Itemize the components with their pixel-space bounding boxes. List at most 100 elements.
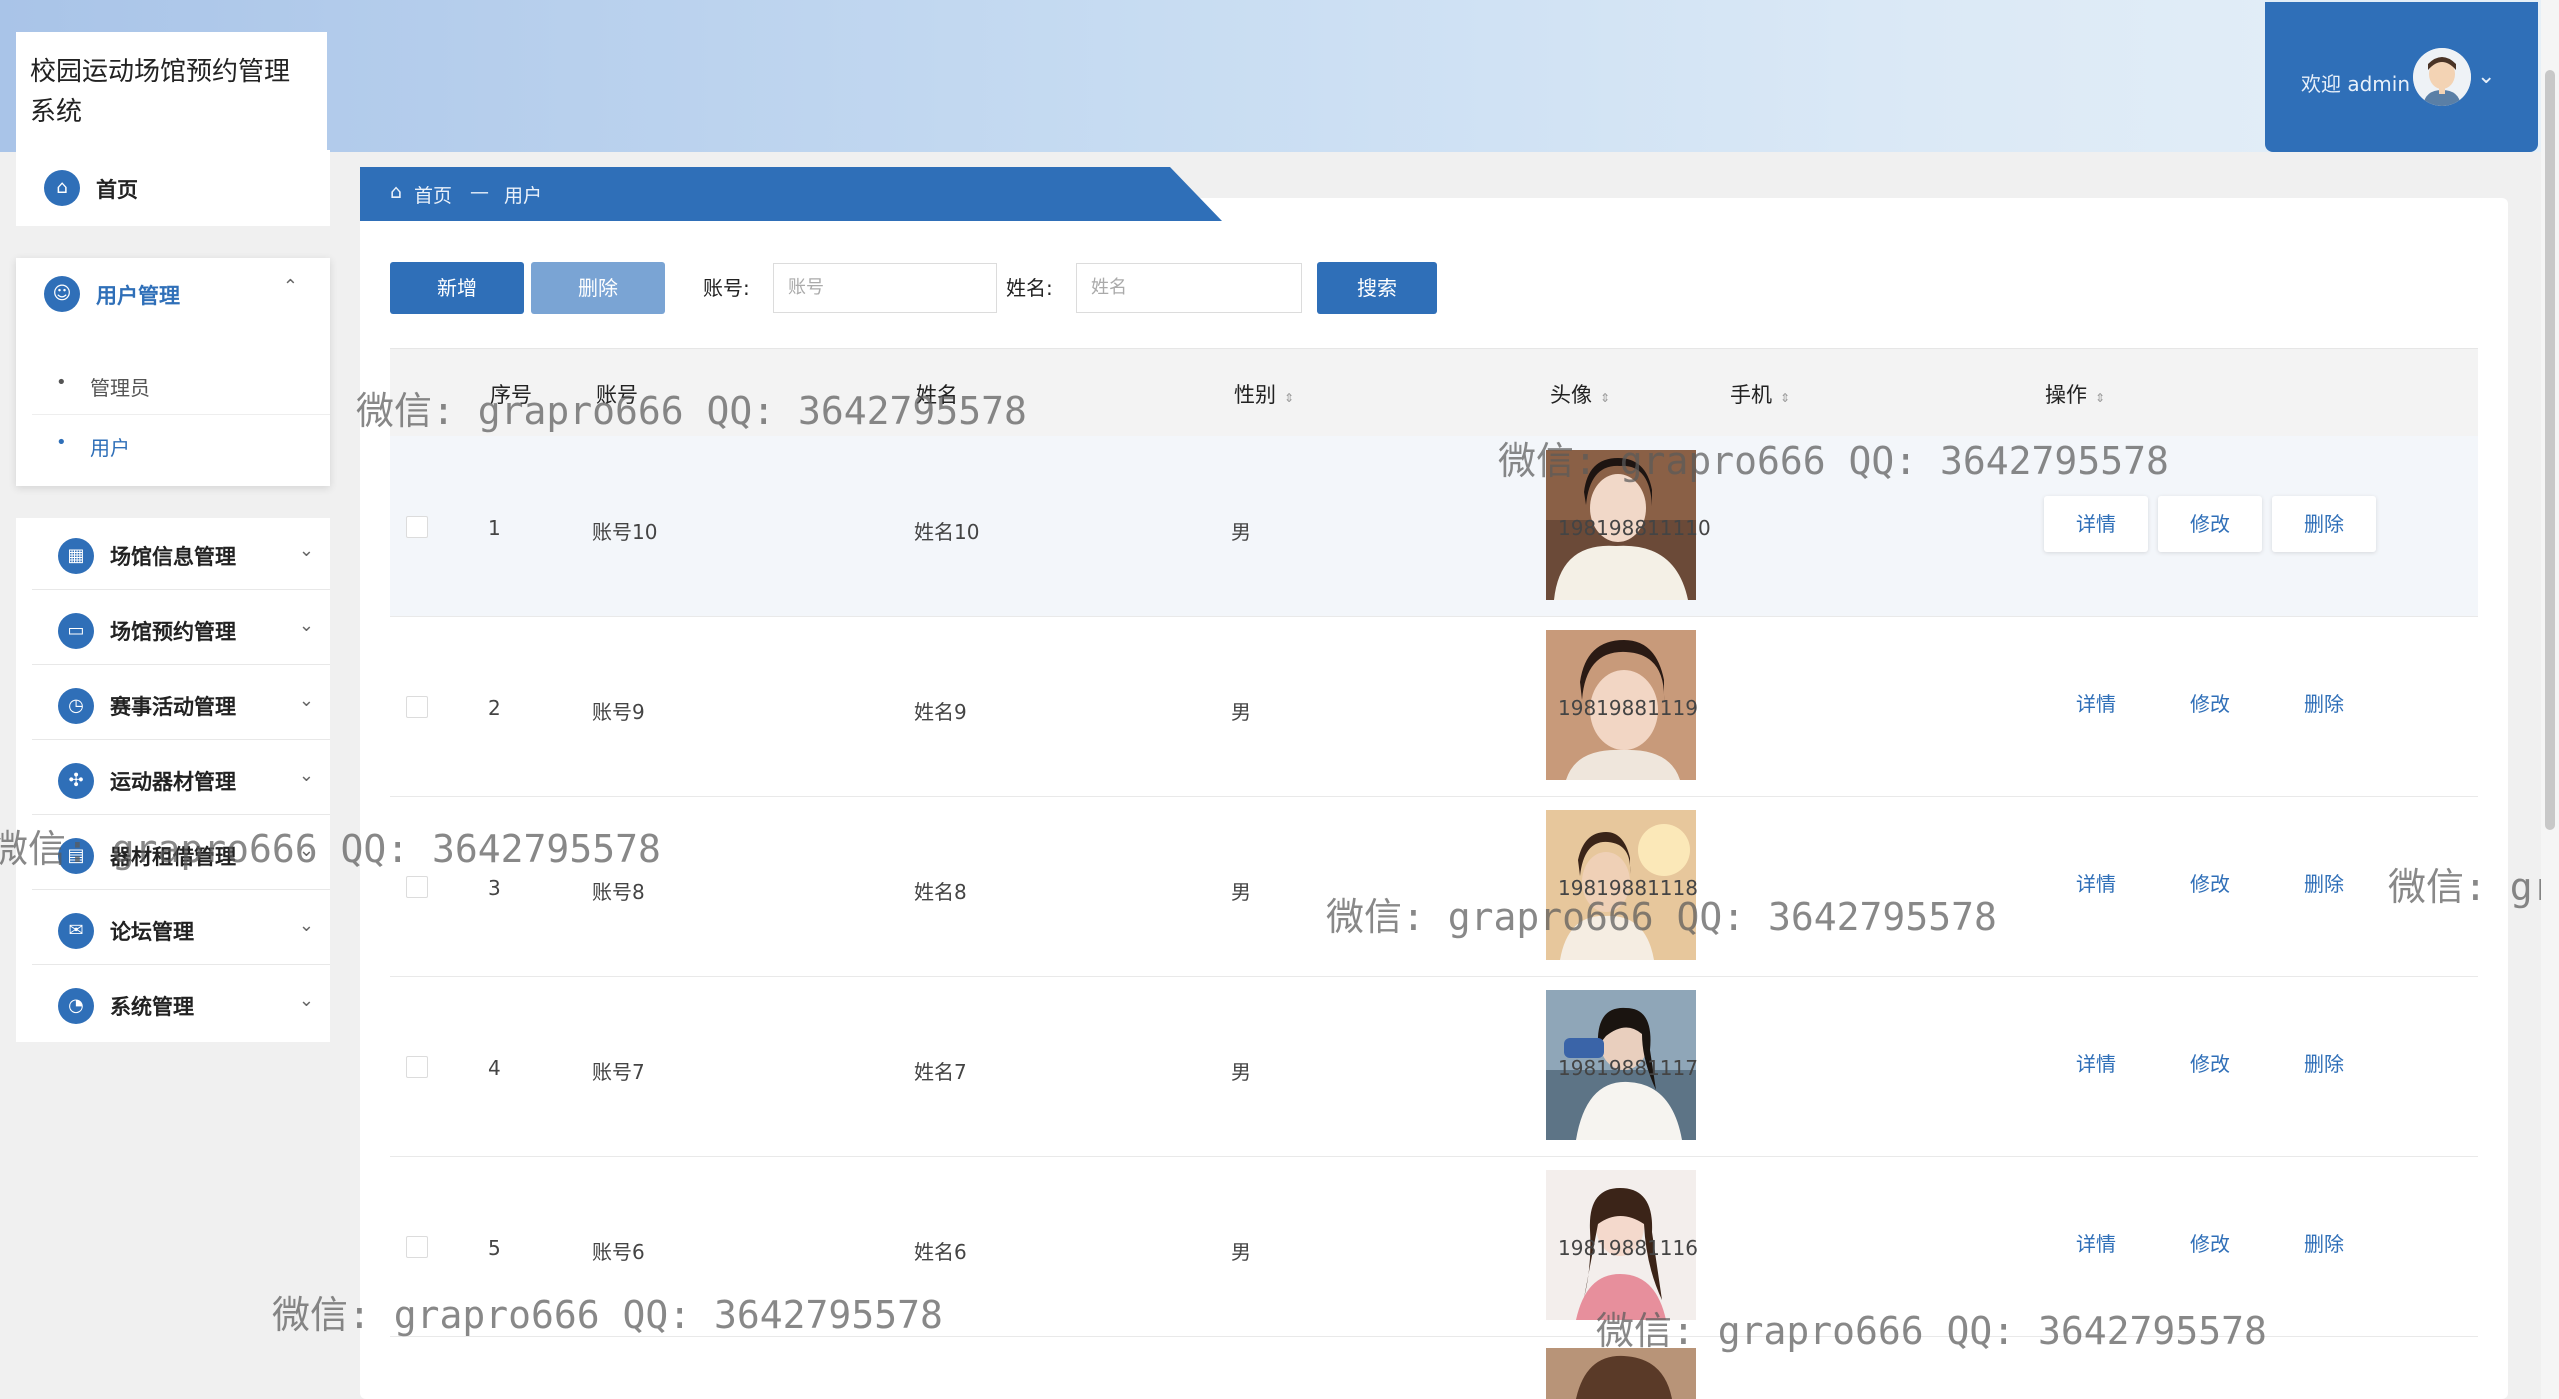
account-input[interactable]: 账号 [773,263,997,313]
table-row: 2 账号9 姓名9 男 19819881119 详情 修改 删除 [390,616,2478,797]
delete-button[interactable]: 删除 [2272,856,2376,912]
edit-button[interactable]: 修改 [2158,1036,2262,1092]
grid-icon: ▦ [58,538,94,574]
sidebar-item-venue-info[interactable]: ▦ 场馆信息管理 ⌄ [32,518,330,590]
chevron-down-icon: ⌄ [298,540,314,561]
name-input[interactable]: 姓名 [1076,263,1302,313]
row-checkbox[interactable] [406,1056,428,1078]
table-row: 5 账号6 姓名6 男 19819881116 详情 修改 删除 [390,1156,2478,1337]
welcome-text: 欢迎 admin [2301,72,2411,96]
column-header-name[interactable]: 姓名 [916,379,958,409]
chevron-down-icon: ⌄ [298,690,314,711]
column-header-phone[interactable]: 手机 ⇕ [1730,379,1790,409]
detail-button[interactable]: 详情 [2044,496,2148,552]
scrollbar-thumb[interactable] [2545,70,2555,830]
detail-button[interactable]: 详情 [2044,1216,2148,1272]
sidebar-item-label: 用户管理 [96,284,180,308]
home-icon: ⌂ [390,181,403,203]
sidebar-item-events[interactable]: ◷ 赛事活动管理 ⌄ [32,668,330,740]
user-avatar[interactable] [2413,48,2471,106]
detail-button[interactable]: 详情 [2044,676,2148,732]
edit-button[interactable]: 修改 [2158,676,2262,732]
cell-name: 姓名7 [914,1060,967,1084]
sidebar-item-label: 系统管理 [110,995,194,1019]
cell-phone: 198198811110 [1558,516,1711,540]
bullet-icon: • [56,372,67,393]
column-header-avatar[interactable]: 头像 ⇕ [1550,379,1610,409]
breadcrumb-home[interactable]: 首页 [414,181,452,208]
column-header-account[interactable]: 账号 [596,379,638,409]
cell-phone: 19819881117 [1558,1056,1698,1080]
delete-button[interactable]: 删除 [2272,676,2376,732]
delete-button[interactable]: 删除 [2272,496,2376,552]
row-checkbox[interactable] [406,876,428,898]
sidebar-item-label: 场馆信息管理 [110,545,236,569]
sidebar-item-label: 器材租借管理 [110,845,236,869]
column-header-index[interactable]: 序号 [490,379,532,409]
chevron-down-icon: ⌄ [298,915,314,936]
sidebar-item-equipment[interactable]: ✣ 运动器材管理 ⌄ [32,743,330,815]
cell-name: 姓名6 [914,1240,967,1264]
sort-icon[interactable]: ⇕ [1600,391,1610,405]
cell-phone: 19819881118 [1558,876,1698,900]
cell-phone: 19819881116 [1558,1236,1698,1260]
detail-button[interactable]: 详情 [2044,1036,2148,1092]
cell-account: 账号7 [592,1060,645,1084]
bullet-icon: • [56,432,67,453]
cell-account: 账号6 [592,1240,645,1264]
row-checkbox[interactable] [406,516,428,538]
detail-button[interactable]: 详情 [2044,856,2148,912]
sidebar-item-label: 运动器材管理 [110,770,236,794]
delete-button[interactable]: 删除 [2272,1036,2376,1092]
sidebar-item-venue-booking[interactable]: ▭ 场馆预约管理 ⌄ [32,593,330,665]
cell-gender: 男 [1231,520,1251,544]
sidebar-subitem-label: 管理员 [90,376,150,400]
chevron-down-icon: ⌄ [298,765,314,786]
cell-gender: 男 [1231,700,1251,724]
sidebar-item-user-management[interactable]: ☺ 用户管理 ⌃ [16,258,314,330]
user-menu[interactable]: 欢迎 admin ⌄ [2265,2,2538,152]
compass-icon: ◷ [58,688,94,724]
row-checkbox[interactable] [406,1236,428,1258]
table-header: 序号 账号 姓名 性别 ⇕ 头像 ⇕ 手机 ⇕ 操作 ⇕ [390,348,2478,437]
batch-delete-button[interactable]: 删除 [531,262,665,314]
cell-name: 姓名8 [914,880,967,904]
avatar-image-partial [1546,1348,1696,1399]
printer-icon: ▤ [58,838,94,874]
sidebar-item-system[interactable]: ◔ 系统管理 ⌄ [32,968,330,1040]
cell-gender: 男 [1231,880,1251,904]
sort-icon[interactable]: ⇕ [2095,391,2105,405]
add-button[interactable]: 新增 [390,262,524,314]
cell-name: 姓名9 [914,700,967,724]
sidebar-item-home[interactable]: ⌂ 首页 [16,150,314,226]
mail-icon: ✉ [58,913,94,949]
chevron-down-icon[interactable]: ⌄ [2477,64,2495,89]
chevron-down-icon: ⌄ [298,990,314,1011]
sidebar-subitem-admin[interactable]: • 管理员 [32,354,330,415]
chevron-down-icon: ⌄ [298,615,314,636]
cell-index: 2 [488,696,501,720]
sidebar-user-mgmt-card: ☺ 用户管理 ⌃ • 管理员 • 用户 [16,258,330,486]
edit-button[interactable]: 修改 [2158,1216,2262,1272]
column-header-gender[interactable]: 性别 ⇕ [1234,379,1294,409]
app-title: 校园运动场馆预约管理系统 [16,32,327,150]
edit-button[interactable]: 修改 [2158,856,2262,912]
sidebar-subitem-user[interactable]: • 用户 [32,414,330,474]
sort-icon[interactable]: ⇕ [1780,391,1790,405]
table-row: 3 账号8 姓名8 男 19819881118 详情 修改 删除 [390,796,2478,977]
sidebar-item-forum[interactable]: ✉ 论坛管理 ⌄ [32,893,330,965]
edit-button[interactable]: 修改 [2158,496,2262,552]
delete-button[interactable]: 删除 [2272,1216,2376,1272]
row-checkbox[interactable] [406,696,428,718]
top-header [0,0,2559,152]
cell-account: 账号8 [592,880,645,904]
column-header-actions[interactable]: 操作 ⇕ [2045,379,2105,409]
cell-index: 3 [488,876,501,900]
name-label: 姓名: [1006,276,1053,300]
search-button[interactable]: 搜索 [1317,262,1437,314]
sort-icon[interactable]: ⇕ [1284,391,1294,405]
breadcrumb-separator: — [470,181,489,203]
sidebar-item-rental[interactable]: ▤ 器材租借管理 ⌄ [32,818,330,890]
page-scrollbar[interactable] [2541,0,2559,1399]
cell-phone: 19819881119 [1558,696,1698,720]
